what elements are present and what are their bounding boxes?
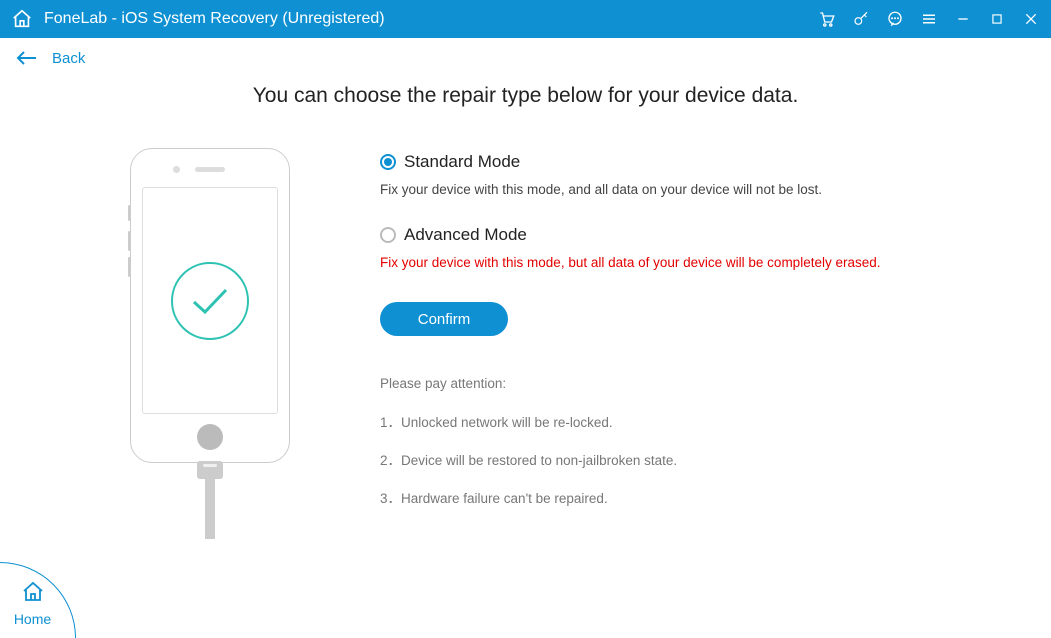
device-illustration [40,138,380,539]
content: Standard Mode Fix your device with this … [0,138,1051,539]
advanced-mode-option: Advanced Mode Fix your device with this … [380,225,1011,270]
cable-connector-icon [197,461,223,479]
close-button[interactable] [1021,9,1041,29]
page-heading: You can choose the repair type below for… [0,84,1051,108]
feedback-icon[interactable] [885,9,905,29]
maximize-button[interactable] [987,9,1007,29]
standard-mode-option: Standard Mode Fix your device with this … [380,152,1011,197]
menu-icon[interactable] [919,9,939,29]
home-label: Home [14,611,51,627]
radio-unselected-icon [380,227,396,243]
standard-mode-desc: Fix your device with this mode, and all … [380,182,1011,197]
checkmark-icon [171,262,249,340]
attention-item: 3．Hardware failure can't be repaired. [380,487,1011,507]
phone-outline [130,148,290,463]
radio-selected-icon [380,154,396,170]
cable-icon [205,479,215,539]
key-icon[interactable] [851,9,871,29]
window-controls [817,9,1041,29]
home-icon [21,580,45,609]
advanced-mode-desc: Fix your device with this mode, but all … [380,255,1011,270]
options-panel: Standard Mode Fix your device with this … [380,138,1011,539]
phone-home-button [197,424,223,450]
cart-icon[interactable] [817,9,837,29]
attention-item: 1．Unlocked network will be re-locked. [380,411,1011,431]
window-title: FoneLab - iOS System Recovery (Unregiste… [44,10,817,28]
attention-block: Please pay attention: 1．Unlocked network… [380,376,1011,507]
attention-title: Please pay attention: [380,376,1011,391]
back-button[interactable]: Back [52,50,85,67]
minimize-button[interactable] [953,9,973,29]
advanced-mode-radio[interactable]: Advanced Mode [380,225,1011,245]
titlebar: FoneLab - iOS System Recovery (Unregiste… [0,0,1051,38]
advanced-mode-title: Advanced Mode [404,225,527,245]
standard-mode-radio[interactable]: Standard Mode [380,152,1011,172]
home-icon[interactable] [10,7,34,31]
standard-mode-title: Standard Mode [404,152,520,172]
back-row: Back [0,38,1051,78]
back-arrow-icon[interactable] [14,49,38,67]
attention-item: 2．Device will be restored to non-jailbro… [380,449,1011,469]
confirm-button[interactable]: Confirm [380,302,508,336]
home-button[interactable]: Home [0,562,76,638]
